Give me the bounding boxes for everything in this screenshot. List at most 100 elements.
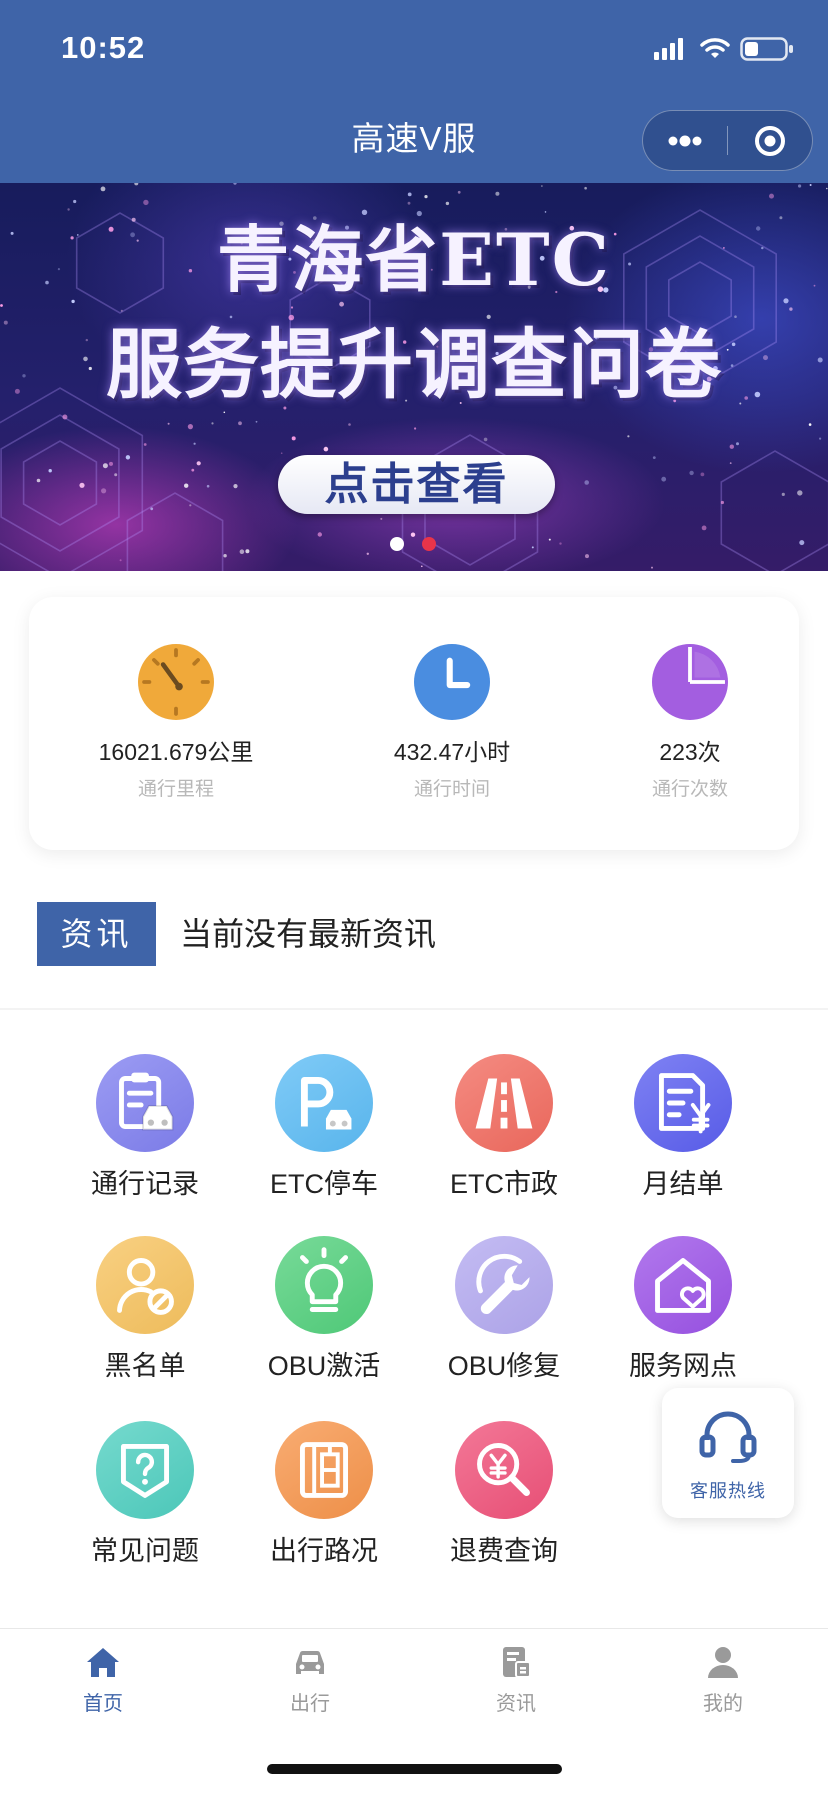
sparkle-dot xyxy=(288,314,295,321)
sparkle-dot xyxy=(789,307,793,311)
news-tag[interactable]: 资讯 xyxy=(37,902,156,966)
sparkle-dot xyxy=(245,549,250,554)
sparkle-dot xyxy=(541,185,543,187)
sparkle-dot xyxy=(366,552,369,555)
status-time: 10:52 xyxy=(61,30,146,65)
sparkle-dot xyxy=(424,195,428,199)
service-obu-repair[interactable]: OBU修复 xyxy=(414,1236,594,1383)
service-label: 通行记录 xyxy=(91,1169,199,1199)
service-label: ETC停车 xyxy=(270,1169,378,1199)
sparkle-dot xyxy=(193,442,196,445)
service-refund-query[interactable]: 退费查询 xyxy=(414,1421,594,1568)
sparkle-dot xyxy=(317,532,322,537)
sparkle-dot xyxy=(779,216,783,220)
banner-view-button[interactable]: 点击查看 xyxy=(278,455,555,514)
more-dots-icon xyxy=(668,135,702,146)
sparkle-dot xyxy=(407,192,412,197)
stat-value: 223次 xyxy=(659,739,721,765)
wifi-icon xyxy=(700,38,730,58)
stat-time: 432.47小时 通行时间 xyxy=(332,597,572,850)
sparkle-dot xyxy=(445,201,450,206)
sparkle-dot xyxy=(196,461,201,466)
sparkle-dot xyxy=(223,411,226,414)
sparkle-dot xyxy=(700,472,705,477)
sparkle-dot xyxy=(36,478,41,483)
tab-home[interactable]: 首页 xyxy=(3,1629,203,1729)
clipboard-car-icon xyxy=(96,1054,194,1152)
close-target-icon xyxy=(755,125,785,156)
customer-service-label: 客服热线 xyxy=(690,1481,766,1501)
service-blacklist[interactable]: 黑名单 xyxy=(55,1236,235,1383)
travel-stats-card: 16021.679公里 通行里程 432.47小时 通行时间 223次 通行次数 xyxy=(29,597,799,850)
service-monthly-bill[interactable]: 月结单 xyxy=(593,1054,773,1201)
sparkle-dot xyxy=(808,423,812,426)
cellular-signal-icon xyxy=(654,38,683,60)
sparkle-dot xyxy=(457,190,461,194)
sparkle-dot xyxy=(143,443,147,446)
sparkle-dot xyxy=(826,187,828,190)
service-pass-records[interactable]: 通行记录 xyxy=(55,1054,235,1201)
customer-service-hotline-button[interactable]: 客服热线 xyxy=(662,1388,794,1518)
tab-profile[interactable]: 我的 xyxy=(623,1629,823,1729)
sparkle-dot xyxy=(101,488,107,494)
promo-banner[interactable]: 青海省ETC 服务提升调查问卷 点击查看 xyxy=(0,183,828,571)
wrench-icon xyxy=(455,1236,553,1334)
sparkle-dot xyxy=(407,201,411,205)
road-sign-icon xyxy=(275,1421,373,1519)
stat-label: 通行次数 xyxy=(651,779,728,800)
user-blocked-icon xyxy=(96,1236,194,1334)
sparkle-dot xyxy=(781,492,785,496)
service-label: OBU激活 xyxy=(267,1351,381,1381)
lightbulb-icon xyxy=(275,1236,373,1334)
sparkle-dot xyxy=(819,437,822,440)
sparkle-dot xyxy=(736,442,739,446)
service-outlets[interactable]: 服务网点 xyxy=(593,1236,773,1383)
sparkle-dot xyxy=(701,525,707,531)
service-label: 服务网点 xyxy=(629,1351,737,1381)
sparkle-dot xyxy=(0,304,3,307)
sparkle-dot xyxy=(652,456,656,459)
sparkle-dot xyxy=(651,566,653,569)
sparkle-dot xyxy=(410,532,416,537)
service-label: 月结单 xyxy=(642,1169,724,1199)
user-icon xyxy=(708,1647,738,1678)
service-faq[interactable]: 常见问题 xyxy=(55,1421,235,1568)
news-ticker-text[interactable]: 当前没有最新资讯 xyxy=(180,914,436,954)
sparkle-dot xyxy=(483,437,488,442)
service-label: 常见问题 xyxy=(91,1536,199,1566)
news-icon xyxy=(503,1647,531,1678)
tab-travel[interactable]: 出行 xyxy=(210,1629,410,1729)
sparkle-dot xyxy=(255,420,258,423)
stat-count: 223次 通行次数 xyxy=(570,597,810,850)
hexagon-decoration xyxy=(22,440,98,526)
sparkle-dot xyxy=(689,470,694,476)
hexagon-decoration xyxy=(0,387,144,571)
service-road-conditions[interactable]: 出行路况 xyxy=(234,1421,414,1568)
sparkle-dot xyxy=(339,301,344,307)
sparkle-dot xyxy=(114,473,118,477)
sparkle-dot xyxy=(102,463,108,469)
car-icon xyxy=(296,1650,324,1674)
sparkle-dot xyxy=(100,186,106,192)
service-obu-activate[interactable]: OBU激活 xyxy=(234,1236,414,1383)
tab-news[interactable]: 资讯 xyxy=(416,1629,616,1729)
sparkle-dot xyxy=(729,444,734,449)
sparkle-dot xyxy=(206,484,210,488)
service-etc-parking[interactable]: ETC停车 xyxy=(234,1054,414,1201)
stat-mileage: 16021.679公里 通行里程 xyxy=(56,597,296,850)
capsule-close-button[interactable] xyxy=(728,111,812,170)
service-etc-municipal[interactable]: ETC市政 xyxy=(414,1054,594,1201)
sparkle-dot xyxy=(184,483,189,488)
section-divider xyxy=(0,1008,828,1010)
capsule-more-button[interactable] xyxy=(643,111,727,170)
headset-icon xyxy=(699,1411,757,1463)
tab-label: 出行 xyxy=(290,1693,330,1715)
bill-yen-icon xyxy=(634,1054,732,1152)
sparkle-dot xyxy=(661,476,667,482)
sparkle-dot xyxy=(799,540,805,546)
sparkle-dot xyxy=(120,309,123,312)
pie-chart-icon xyxy=(652,644,728,720)
sparkle-dot xyxy=(798,184,802,188)
home-icon xyxy=(87,1648,119,1677)
battery-icon xyxy=(740,37,793,61)
